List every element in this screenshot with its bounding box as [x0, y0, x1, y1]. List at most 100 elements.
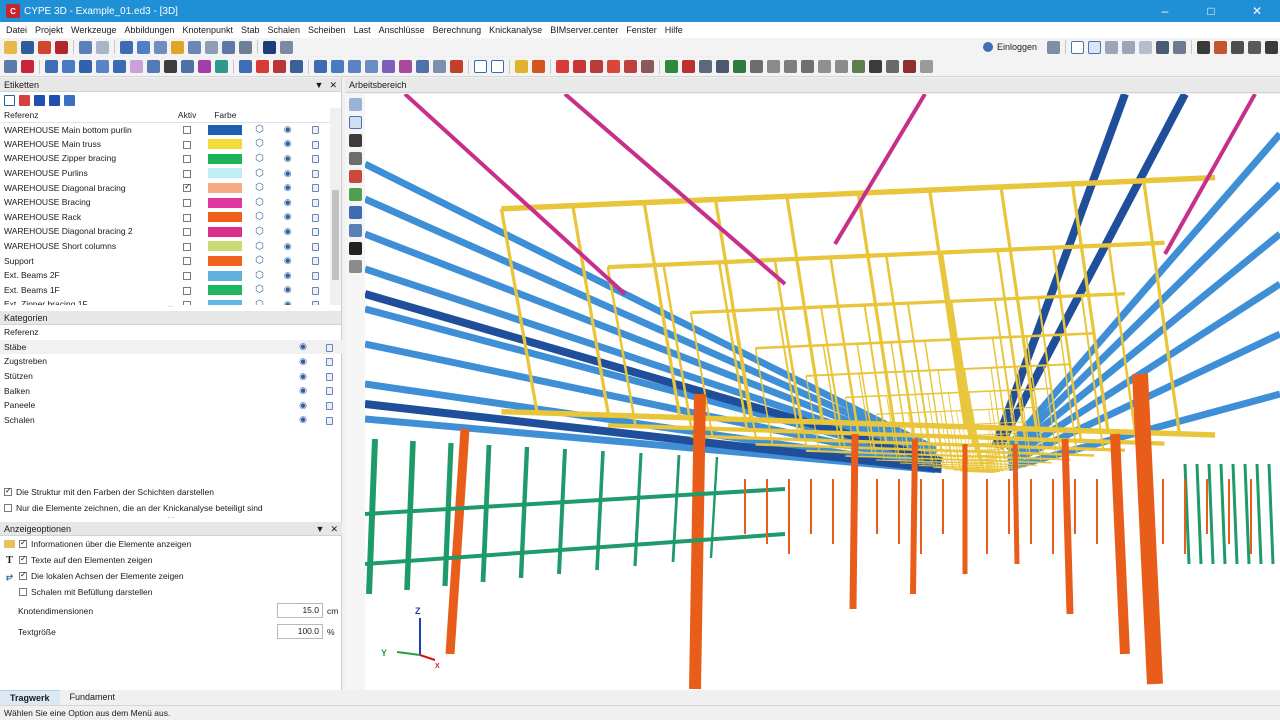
rack-upright[interactable] [442, 442, 454, 587]
maximize-button[interactable]: □ [1188, 0, 1234, 22]
menu-anschluesse[interactable]: Anschlüsse [375, 25, 429, 35]
menu-stab[interactable]: Stab [237, 25, 264, 35]
hide-eye-icon[interactable] [348, 242, 362, 255]
lock-icon[interactable] [312, 184, 320, 193]
knoten-input[interactable]: 15.0 [277, 603, 323, 618]
frame-icon[interactable] [474, 60, 487, 73]
tools-icon[interactable] [1156, 40, 1169, 54]
etikett-aktiv-checkbox[interactable] [183, 271, 192, 280]
view-3d-cube-icon[interactable] [348, 116, 362, 129]
lock-icon[interactable] [312, 213, 320, 222]
etikett-row[interactable]: WAREHOUSE Diagonal bracing ⬡ ◉ [0, 180, 330, 195]
menu-schalen[interactable]: Schalen [264, 25, 305, 35]
lock-icon[interactable] [312, 199, 320, 208]
bar-section-icon[interactable] [290, 60, 303, 73]
column[interactable] [1061, 438, 1074, 615]
textsize-input[interactable]: 100.0 [277, 624, 323, 639]
lock-icon[interactable] [312, 126, 320, 135]
etikett-aktiv-checkbox[interactable] [183, 126, 192, 135]
help-icon[interactable] [1173, 40, 1186, 54]
rack-upright[interactable] [1219, 463, 1227, 565]
etikett-row[interactable]: Ext. Beams 1F ⬡ ◉ [0, 283, 330, 298]
bar-join-icon[interactable] [314, 60, 327, 73]
etikett-row[interactable]: WAREHOUSE Main bottom purlin ⬡ ◉ [0, 122, 330, 137]
rack-upright[interactable] [366, 438, 378, 595]
rack-beam[interactable] [365, 532, 786, 566]
etiketten-scrollbar[interactable] [330, 108, 341, 305]
pan-icon[interactable] [205, 40, 218, 54]
optimize-icon[interactable] [716, 60, 729, 73]
bar-material-icon[interactable] [433, 60, 446, 73]
rack-upright[interactable] [557, 448, 567, 575]
foundation-icon[interactable] [852, 60, 865, 73]
node-move-icon[interactable] [79, 60, 92, 73]
bar-release-icon[interactable] [365, 60, 378, 73]
bar-offset-icon[interactable] [416, 60, 429, 73]
opt-text-row[interactable]: T Texte auf den Elementen zeigen [0, 552, 342, 568]
etikett-row[interactable]: Ext. Zipper bracing 1F ⬡ ◉ [0, 297, 330, 305]
minimize-button[interactable]: – [1142, 0, 1188, 22]
menu-projekt[interactable]: Projekt [31, 25, 67, 35]
login-button[interactable]: Einloggen [982, 42, 1037, 52]
rack-upright[interactable] [595, 450, 605, 571]
eye-icon[interactable]: ◉ [299, 414, 307, 424]
etikett-color-swatch[interactable] [208, 241, 243, 252]
panel-close-icon[interactable]: ✕ [330, 524, 338, 535]
panel-icon[interactable] [515, 60, 528, 73]
rack-upright[interactable] [1243, 463, 1251, 565]
cube-icon[interactable]: ⬡ [255, 182, 264, 193]
kategorie-row[interactable]: Schalen ◉ [0, 413, 342, 428]
cube-icon[interactable]: ⬡ [255, 197, 264, 208]
etikett-color-swatch[interactable] [208, 226, 243, 237]
etikett-color-swatch[interactable] [208, 212, 243, 223]
cube-icon[interactable]: ⬡ [255, 255, 264, 266]
etikett-aktiv-checkbox[interactable] [183, 257, 192, 266]
node-edit-icon[interactable] [62, 60, 75, 73]
iso-view-icon[interactable] [348, 224, 362, 237]
lock-icon[interactable] [325, 402, 333, 411]
bim-share-icon[interactable] [1248, 40, 1261, 54]
export-dxf-icon[interactable] [903, 60, 916, 73]
cube-icon[interactable]: ⬡ [255, 226, 264, 237]
load-snow-icon[interactable] [624, 60, 637, 73]
lock-icon[interactable] [312, 140, 320, 149]
menu-abbildungen[interactable]: Abbildungen [120, 25, 178, 35]
zoom-window-icon[interactable] [171, 40, 184, 54]
rack-upright[interactable] [1255, 463, 1263, 565]
cube-icon[interactable]: ⬡ [255, 168, 264, 179]
menu-fenster[interactable]: Fenster [622, 25, 661, 35]
rack-upright[interactable] [633, 452, 643, 567]
rack-upright[interactable] [671, 454, 681, 563]
select-icon[interactable] [120, 40, 133, 54]
eye-icon[interactable]: ◉ [284, 226, 292, 236]
rack-upright[interactable] [518, 446, 530, 579]
bar-buckling-icon[interactable] [348, 60, 361, 73]
tab-fundament[interactable]: Fundament [60, 690, 126, 705]
quantities-icon[interactable] [869, 60, 882, 73]
menu-hilfe[interactable]: Hilfe [661, 25, 687, 35]
grid-view-icon[interactable] [4, 60, 17, 73]
lock-icon[interactable] [312, 155, 320, 164]
eye-icon[interactable]: ◉ [284, 124, 292, 134]
etikett-color-swatch[interactable] [208, 270, 243, 281]
view-3d-icon[interactable] [263, 40, 276, 54]
cube-icon[interactable]: ⬡ [255, 124, 264, 135]
cube-icon[interactable]: ⬡ [255, 284, 264, 295]
etikett-aktiv-checkbox[interactable] [183, 169, 192, 178]
orbit-view-icon[interactable] [348, 152, 362, 165]
etikett-row[interactable]: Support ⬡ ◉ [0, 253, 330, 268]
lock-icon[interactable] [312, 301, 320, 305]
bim-export-icon[interactable] [1197, 40, 1210, 54]
zoom-icon[interactable] [154, 40, 167, 54]
menu-datei[interactable]: Datei [2, 25, 31, 35]
bars-check-icon[interactable] [699, 60, 712, 73]
eye-icon[interactable]: ◉ [299, 341, 307, 351]
cube-icon[interactable]: ⬡ [255, 153, 264, 164]
rack-beam[interactable] [365, 487, 786, 516]
document-icon[interactable] [1139, 40, 1152, 54]
stress-icon[interactable] [784, 60, 797, 73]
etikett-row[interactable]: WAREHOUSE Rack ⬡ ◉ [0, 210, 330, 225]
calc-icon[interactable] [665, 60, 678, 73]
etikett-aktiv-checkbox[interactable] [183, 213, 192, 222]
eye-icon[interactable]: ◉ [284, 241, 292, 251]
